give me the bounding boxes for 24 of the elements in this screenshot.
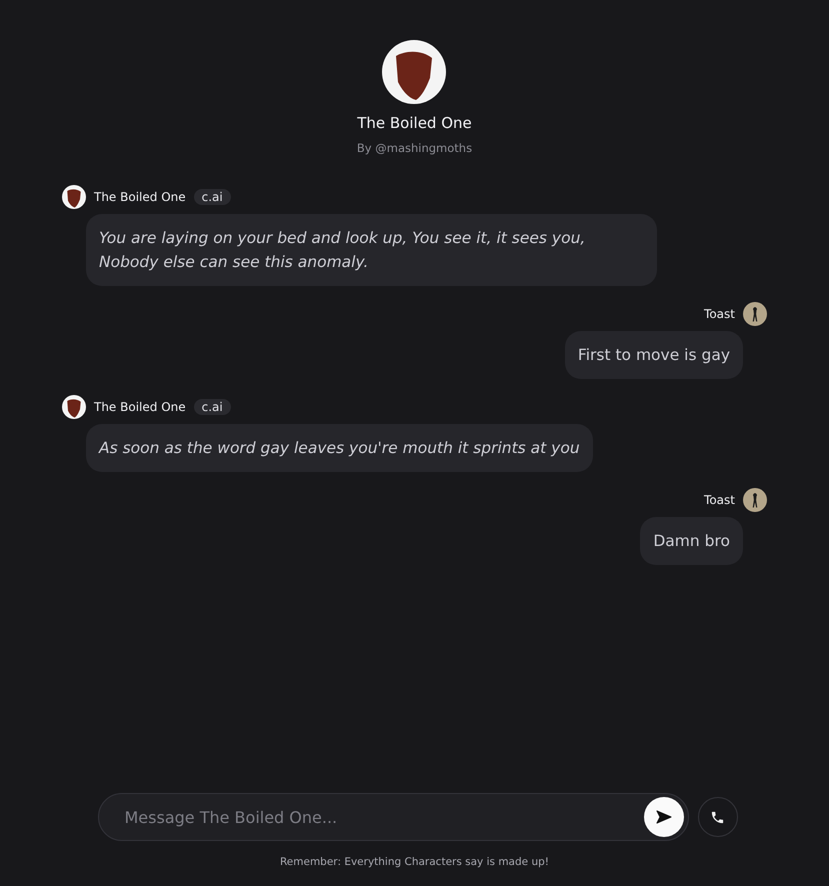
ai-badge: c.ai <box>194 189 231 205</box>
message-bubble: Damn bro <box>640 517 743 565</box>
creator-handle: By @mashingmoths <box>356 141 472 155</box>
disclaimer-text: Remember: Everything Characters say is made up! <box>280 856 549 868</box>
send-button[interactable] <box>644 797 684 837</box>
message-box[interactable]: Message The Boiled One... <box>98 793 688 841</box>
avatar <box>743 302 767 326</box>
message-bubble: First to move is gay <box>564 331 743 379</box>
ai-badge: c.ai <box>194 399 231 415</box>
avatar <box>62 395 86 419</box>
phone-icon <box>710 810 725 824</box>
author-name: The Boiled One <box>94 400 186 414</box>
send-icon <box>656 810 672 824</box>
message-field[interactable]: Message The Boiled One... <box>122 806 644 828</box>
message-bubble: As soon as the word gay leaves you're mouth it sprints at you <box>86 424 593 472</box>
author-name: Toast <box>704 493 735 507</box>
avatar <box>382 40 446 104</box>
avatar <box>62 185 86 209</box>
call-button[interactable] <box>698 797 738 837</box>
author-name: Toast <box>704 307 735 321</box>
message-bubble: You are laying on your bed and look up, You see it, it sees you, Nobody else can see this anomaly. <box>86 214 657 286</box>
character-name: The Boiled One <box>357 114 472 132</box>
avatar <box>743 488 767 512</box>
author-name: The Boiled One <box>94 190 186 204</box>
